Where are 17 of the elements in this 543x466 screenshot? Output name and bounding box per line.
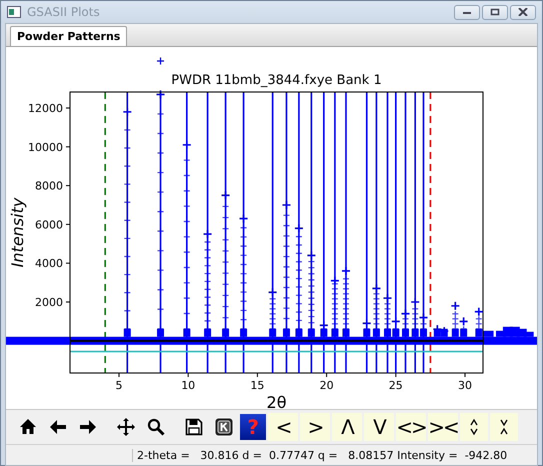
y-tick-label: 4000 <box>35 257 63 270</box>
x-tick-label: 10 <box>181 379 196 392</box>
x-axis-label: 2θ <box>266 393 286 409</box>
y-tick-label: 8000 <box>35 180 63 193</box>
y-axis-label: Intensity <box>8 198 27 268</box>
x-tick-label: 5 <box>116 379 122 392</box>
plot-title: PWDR 11bmb_3844.fxye Bank 1 <box>171 73 382 88</box>
x-tick-label: 25 <box>388 379 403 392</box>
x-tick-label: 30 <box>458 379 472 392</box>
y-tick-label: 12000 <box>28 102 63 115</box>
x-tick-label: 15 <box>250 379 264 392</box>
y-tick-label: 6000 <box>35 218 63 232</box>
y-tick-label: 10000 <box>28 140 63 154</box>
window-title: GSASII Plots <box>27 5 101 19</box>
y-tick-label: 2000 <box>35 296 63 309</box>
x-tick-label: 20 <box>320 379 334 392</box>
status-text: 2-theta = 30.816 d = 0.77747 q = 8.08157 Intensity = -942.80 <box>132 448 508 462</box>
